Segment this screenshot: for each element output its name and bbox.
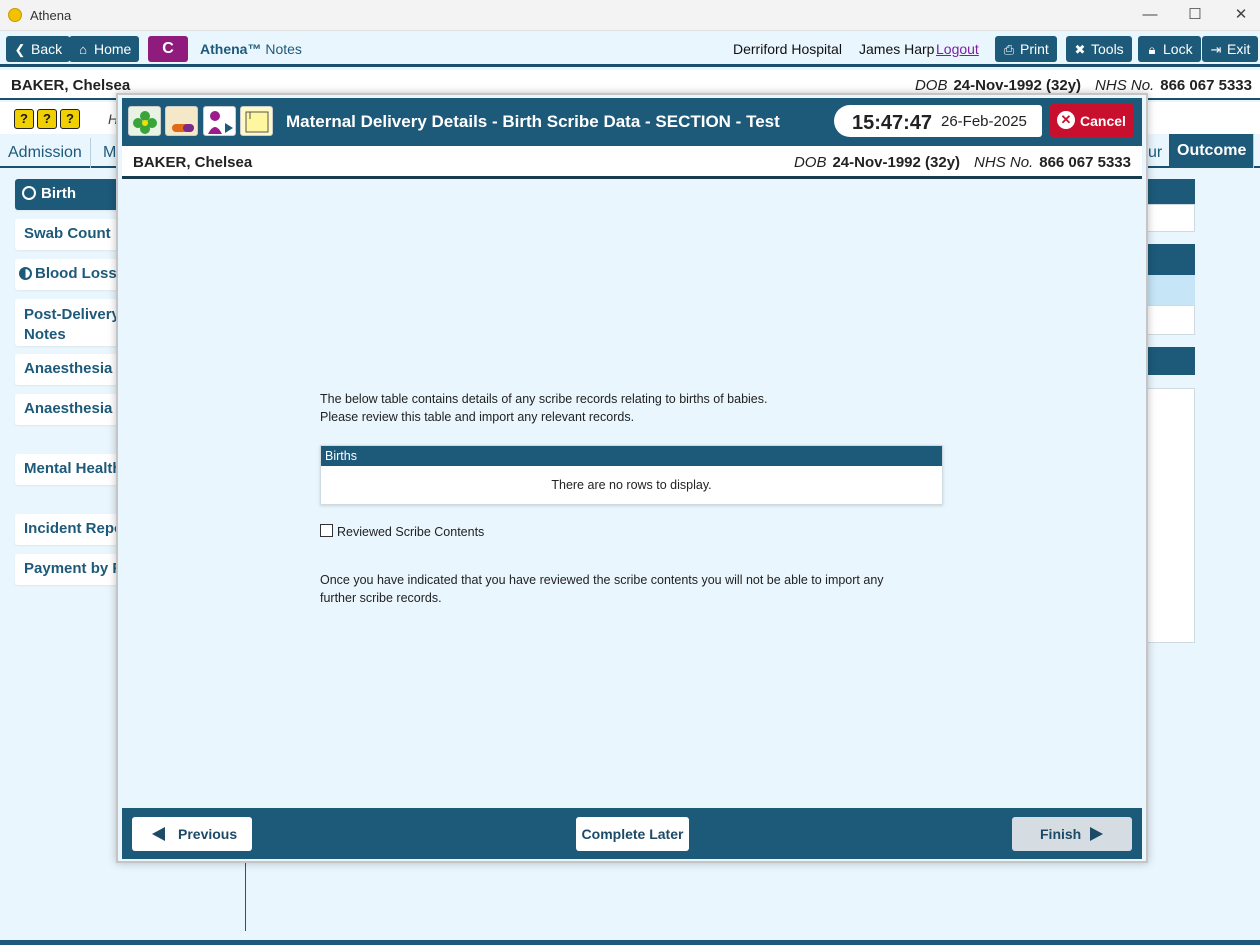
warning-text-line-2: further scribe records. <box>320 591 442 605</box>
clover-icon[interactable] <box>128 106 161 136</box>
user-name: James Harp <box>859 41 935 57</box>
births-table-empty-message: There are no rows to display. <box>551 478 712 492</box>
tab-admission[interactable]: Admission <box>0 138 91 168</box>
dialog-patient-name: BAKER, Chelsea <box>133 154 253 171</box>
nav-item-anaesthesia-fo[interactable]: Anaesthesia Fo <box>15 394 125 425</box>
nav-item-swab-count[interactable]: Swab Count <box>15 219 125 250</box>
dialog-title: Maternal Delivery Details - Birth Scribe… <box>286 112 780 131</box>
hospital-name: Derriford Hospital <box>733 41 842 57</box>
current-time: 15:47:47 <box>852 112 933 134</box>
dialog-body: The below table contains details of any … <box>122 179 1142 808</box>
notepad-icon[interactable] <box>240 106 273 136</box>
reviewed-scribe-checkbox[interactable] <box>320 524 333 537</box>
births-table: Births There are no rows to display. <box>320 445 943 505</box>
window-title: Athena <box>30 8 72 23</box>
main-toolbar: ❮ Back ⌂ Home C Athena™ Notes Derriford Ho… <box>0 31 1260 67</box>
lock-button[interactable]: 🔒︎ Lock <box>1138 36 1201 62</box>
complete-later-button[interactable]: Complete Later <box>576 817 689 851</box>
maximize-button[interactable]: ☐ <box>1182 4 1208 26</box>
minimize-button[interactable]: — <box>1137 4 1163 26</box>
patient-details: DOB 24-Nov-1992 (32y) NHS No. 866 067 5333 <box>914 77 1252 94</box>
right-panel-row <box>1145 204 1195 232</box>
right-panel-header <box>1145 179 1195 204</box>
triangle-right-icon <box>1090 827 1103 841</box>
nav-item-payment-by-results[interactable]: Payment by R <box>15 554 125 585</box>
warning-text-line-1: Once you have indicated that you have re… <box>320 573 884 587</box>
help-list-icon[interactable]: ? <box>14 109 34 129</box>
bottom-border <box>0 940 1260 945</box>
print-button[interactable]: ⎙ Print <box>995 36 1057 62</box>
intro-text-line-2: Please review this table and import any … <box>320 410 635 424</box>
right-panel-header-3 <box>1145 347 1195 375</box>
nav-item-mental-health[interactable]: Mental Health <box>15 454 125 485</box>
c-button[interactable]: C <box>148 36 188 62</box>
tools-button[interactable]: ✖ Tools <box>1066 36 1132 62</box>
nav-item-anaesthesia-in[interactable]: Anaesthesia In <box>15 354 125 385</box>
births-table-header: Births <box>321 446 942 466</box>
nav-item-post-delivery-notes[interactable]: Post-Delivery Notes <box>15 299 125 346</box>
current-date: 26-Feb-2025 <box>941 113 1027 130</box>
nav-item-birth[interactable]: Birth <box>15 179 125 210</box>
dialog-patient-details: DOB 24-Nov-1992 (32y) NHS No. 866 067 5333 <box>793 154 1131 171</box>
dialog-header: Maternal Delivery Details - Birth Scribe… <box>122 98 1142 146</box>
birth-scribe-dialog: Maternal Delivery Details - Birth Scribe… <box>116 93 1148 863</box>
right-panel-list <box>1145 388 1195 643</box>
exit-icon: ⇥ <box>1210 42 1222 57</box>
right-panel-header-2 <box>1145 244 1195 275</box>
printer-icon: ⎙ <box>1003 42 1015 57</box>
previous-button[interactable]: Previous <box>132 817 252 851</box>
chevron-left-icon: ❮ <box>14 42 26 57</box>
home-button[interactable]: ⌂ Home <box>69 36 140 62</box>
help-icon[interactable]: ? <box>37 109 57 129</box>
logout-link[interactable]: Logout <box>936 41 979 57</box>
clock-display: 15:47:47 26-Feb-2025 <box>834 105 1042 137</box>
help-info-icon[interactable]: ? <box>60 109 80 129</box>
athena-app-icon <box>8 8 22 22</box>
nav-item-incident-report[interactable]: Incident Repo <box>15 514 125 545</box>
divider-line <box>245 863 246 931</box>
patient-arrow-icon[interactable] <box>203 106 236 136</box>
cancel-button[interactable]: ✕ Cancel <box>1050 104 1134 137</box>
triangle-left-icon <box>152 827 165 841</box>
close-window-button[interactable]: ✕ <box>1228 4 1254 26</box>
exit-button[interactable]: ⇥ Exit <box>1202 36 1259 62</box>
intro-text-line-1: The below table contains details of any … <box>320 392 768 406</box>
home-icon: ⌂ <box>79 42 87 57</box>
back-button[interactable]: ❮ Back <box>6 36 71 62</box>
dialog-patient-banner: BAKER, Chelsea DOB 24-Nov-1992 (32y) NHS N… <box>122 146 1142 179</box>
app-name: Athena™ Notes <box>200 41 302 57</box>
nav-item-blood-loss[interactable]: Blood Loss <box>15 259 125 290</box>
incomplete-circle-icon <box>22 186 36 200</box>
tab-outcome[interactable]: Outcome <box>1169 134 1254 168</box>
medication-icon[interactable] <box>165 106 198 136</box>
patient-name: BAKER, Chelsea <box>11 77 131 94</box>
half-complete-icon <box>19 267 32 280</box>
finish-button[interactable]: Finish <box>1012 817 1132 851</box>
lock-icon: 🔒︎ <box>1148 42 1156 57</box>
window-titlebar: Athena — ☐ ✕ <box>0 0 1260 31</box>
dialog-footer: Previous Complete Later Finish <box>122 808 1142 859</box>
tools-icon: ✖ <box>1074 42 1086 57</box>
reviewed-scribe-label[interactable]: Reviewed Scribe Contents <box>337 525 484 539</box>
right-panel-selected-row <box>1145 275 1195 305</box>
close-circle-icon: ✕ <box>1057 111 1075 129</box>
right-panel-row-2 <box>1145 305 1195 335</box>
